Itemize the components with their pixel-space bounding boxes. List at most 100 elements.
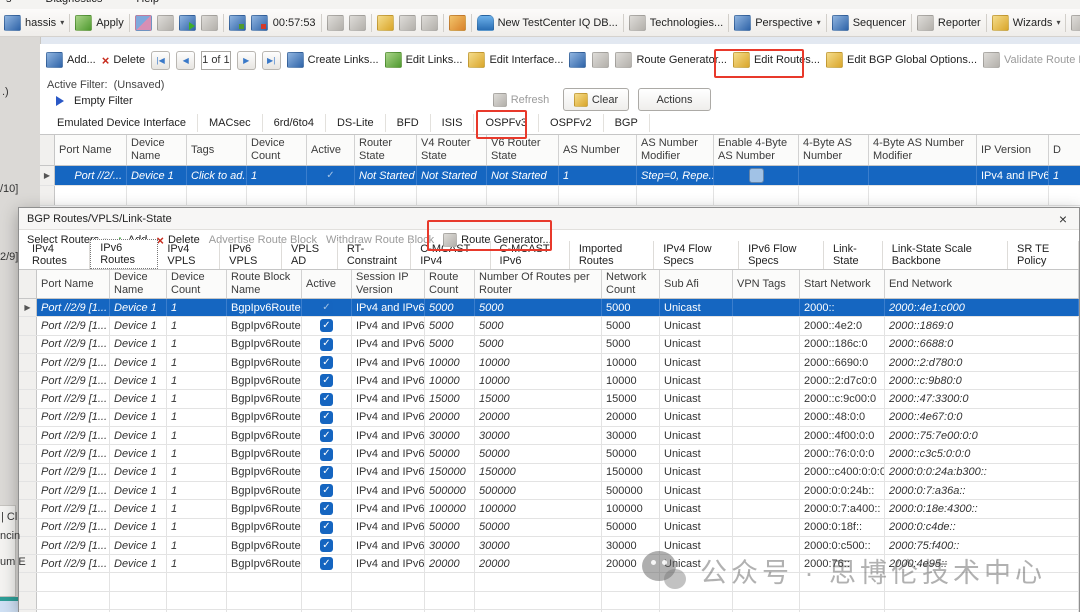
column-header-sub-afi[interactable]: Sub Afi (660, 270, 733, 298)
routes-tab-ipv6-flow-specs[interactable]: IPv6 Flow Specs (739, 241, 824, 269)
row-selector[interactable] (19, 464, 37, 481)
database-button[interactable]: New TestCenter IQ DB... (477, 15, 618, 31)
column-header-network-count[interactable]: Network Count (602, 270, 660, 298)
edit-bgp-global-options-button[interactable]: Edit BGP Global Options... (826, 52, 977, 68)
row-selector[interactable] (19, 519, 37, 536)
active-checkbox[interactable]: ✓ (320, 411, 333, 424)
select-all-corner[interactable] (40, 135, 55, 165)
wizards-dropdown[interactable]: Wizards▾ (992, 15, 1061, 31)
connect-ports-icon[interactable] (135, 15, 152, 31)
table-row[interactable]: Port //2/9 [1...Device 11BgpIpv6Route...… (19, 409, 1079, 427)
routes-tab-ipv6-vpls[interactable]: IPv6 VPLS (220, 241, 282, 269)
column-header-4-byte-as-number[interactable]: 4-Byte AS Number (799, 135, 869, 165)
column-header-start-network[interactable]: Start Network (800, 270, 885, 298)
active-checkbox[interactable]: ✓ (320, 429, 333, 442)
edit-interface-button[interactable]: Edit Interface... (468, 52, 563, 68)
row-selector[interactable] (19, 354, 37, 371)
route-generator-button[interactable]: Route Generator... (615, 52, 727, 68)
row-selector[interactable]: ▶ (40, 166, 55, 185)
edit-links-button[interactable]: Edit Links... (385, 52, 463, 68)
column-header-active[interactable]: Active (307, 135, 355, 165)
column-header-as-number[interactable]: AS Number (559, 135, 637, 165)
summary-button[interactable]: Summary... (1071, 15, 1080, 31)
routes-tab-rt-constraint[interactable]: RT-Constraint (338, 241, 411, 269)
column-header-active[interactable]: Active (302, 270, 352, 298)
start-devices-icon[interactable] (179, 15, 196, 31)
menu-item-help[interactable]: Help (136, 0, 159, 5)
empty-filter-row[interactable]: Empty Filter (56, 95, 133, 107)
chassis-dropdown[interactable]: hassis▾ (4, 15, 64, 31)
table-row[interactable]: Port //2/9 [1...Device 11BgpIpv6Route...… (19, 372, 1079, 390)
row-selector[interactable] (19, 500, 37, 517)
column-header-end-network[interactable]: End Network (885, 270, 1079, 298)
routes-tab-imported-routes[interactable]: Imported Routes (570, 241, 654, 269)
protocol-tab-emulated-device-interface[interactable]: Emulated Device Interface (46, 114, 198, 132)
column-header-device-count[interactable]: Device Count (167, 270, 227, 298)
perspective-dropdown[interactable]: Perspective▾ (734, 15, 821, 31)
column-header-vpn-tags[interactable]: VPN Tags (733, 270, 800, 298)
technologies-button[interactable]: Technologies... (629, 15, 723, 31)
protocol-tab-6rd-6to4[interactable]: 6rd/6to4 (263, 114, 326, 132)
row-selector[interactable] (19, 445, 37, 462)
protocol-tab-macsec[interactable]: MACsec (198, 114, 263, 132)
active-checkbox[interactable]: ✓ (320, 539, 333, 552)
table-row[interactable]: ▶Port //2/9 [1...Device 11BgpIpv6Route..… (19, 299, 1079, 317)
row-selector[interactable] (19, 537, 37, 554)
active-checkbox[interactable]: ✓ (320, 502, 333, 515)
column-header-route-block-name[interactable]: Route Block Name (227, 270, 302, 298)
next-page-button[interactable]: ▶ (237, 51, 256, 70)
active-checkbox[interactable]: ✓ (320, 448, 333, 461)
column-header-v4-router-state[interactable]: V4 Router State (417, 135, 487, 165)
select-all-corner[interactable] (19, 270, 37, 298)
table-row[interactable]: Port //2/9 [1...Device 11BgpIpv6Route...… (19, 317, 1079, 335)
table-row[interactable]: Port //2/9 [1...Device 11BgpIpv6Route...… (19, 445, 1079, 463)
menu-item-diagnostics[interactable]: Diagnostics (46, 0, 103, 5)
active-checkbox[interactable] (749, 168, 764, 183)
routes-tab-sr-te-policy[interactable]: SR TE Policy (1008, 241, 1079, 269)
active-checkbox[interactable]: ✓ (320, 466, 333, 479)
save-results-icon[interactable] (449, 15, 466, 31)
active-checkbox[interactable]: ✓ (320, 484, 333, 497)
active-checkbox[interactable]: ✓ (320, 319, 333, 332)
active-checkbox[interactable]: ✓ (320, 338, 333, 351)
delete-button[interactable]: × Delete (102, 53, 145, 68)
column-header-ip-version[interactable]: IP Version (977, 135, 1049, 165)
table-row[interactable]: Port //2/9 [1...Device 11BgpIpv6Route...… (19, 354, 1079, 372)
row-selector[interactable]: ▶ (19, 299, 37, 316)
routes-tab-ipv4-vpls[interactable]: IPv4 VPLS (158, 241, 220, 269)
column-header-port-name[interactable]: Port Name (55, 135, 127, 165)
routes-tab-vpls-ad[interactable]: VPLS AD (282, 241, 338, 269)
row-selector[interactable] (19, 409, 37, 426)
start-traffic-icon[interactable] (229, 15, 246, 31)
protocol-tab-ospfv2[interactable]: OSPFv2 (539, 114, 604, 132)
refresh-button[interactable]: Refresh (487, 88, 555, 111)
last-page-button[interactable]: ▶| (262, 51, 281, 70)
column-header-device-name[interactable]: Device Name (110, 270, 167, 298)
column-header-device-name[interactable]: Device Name (127, 135, 187, 165)
protocol-tab-bfd[interactable]: BFD (386, 114, 431, 132)
row-selector[interactable] (19, 482, 37, 499)
column-header-number-of-routes-per-router[interactable]: Number Of Routes per Router (475, 270, 602, 298)
active-checkbox[interactable]: ✓ (320, 557, 333, 570)
active-checkbox[interactable]: ✓ (320, 374, 333, 387)
prev-page-button[interactable]: ◀ (176, 51, 195, 70)
column-header-port-name[interactable]: Port Name (37, 270, 110, 298)
column-header-v6-router-state[interactable]: V6 Router State (487, 135, 559, 165)
sequencer-button[interactable]: Sequencer (832, 15, 906, 31)
routes-tab-link-state[interactable]: Link-State (824, 241, 883, 269)
unlock-icon[interactable] (421, 15, 438, 31)
table-row[interactable]: Port //2/9 [1...Device 11BgpIpv6Route...… (19, 427, 1079, 445)
table-row[interactable]: Port //2/9 [1...Device 11BgpIpv6Route...… (19, 464, 1079, 482)
stop-devices-icon[interactable] (201, 15, 218, 31)
active-checkbox[interactable]: ✓ (324, 169, 337, 182)
disconnect-ports-icon[interactable] (157, 15, 174, 31)
table-row[interactable]: Port //2/9 [1...Device 11BgpIpv6Route...… (19, 500, 1079, 518)
table-row[interactable]: ▶Port //2/...Device 1Click to ad...1✓Not… (40, 166, 1080, 186)
column-header-route-count[interactable]: Route Count (425, 270, 475, 298)
stop-arp-icon[interactable] (399, 15, 416, 31)
row-selector[interactable] (19, 427, 37, 444)
active-checkbox[interactable]: ✓ (320, 393, 333, 406)
stop-traffic-icon[interactable] (251, 15, 268, 31)
table-row[interactable]: Port //2/9 [1...Device 11BgpIpv6Route...… (19, 482, 1079, 500)
protocol-tab-bgp[interactable]: BGP (604, 114, 650, 132)
